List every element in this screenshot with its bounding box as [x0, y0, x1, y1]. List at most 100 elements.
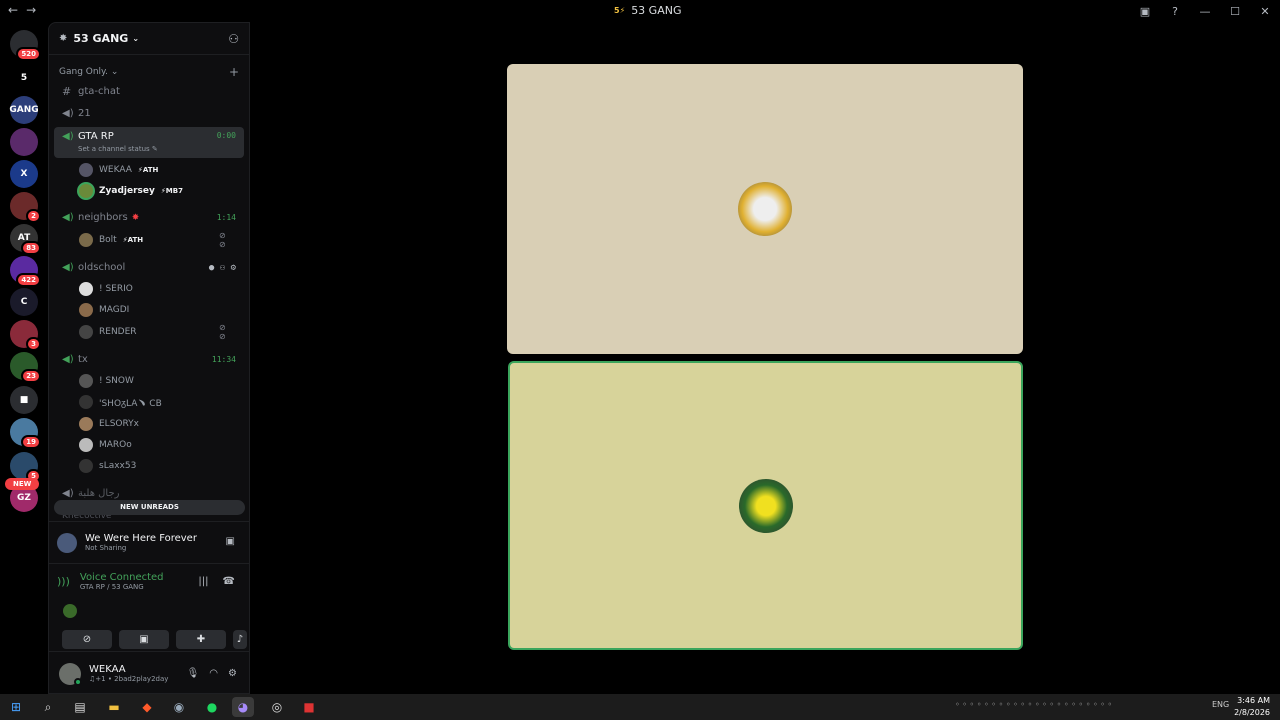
avatar [79, 163, 93, 177]
task-view-icon[interactable]: ▤ [69, 697, 91, 717]
help-icon[interactable]: ? [1160, 5, 1190, 18]
clock[interactable]: 3:46 AM 2/8/2026 [1234, 695, 1270, 719]
voice-location[interactable]: GTA RP / 53 GANG [80, 583, 164, 591]
server-header[interactable]: ✸ 53 GANG ⌄ ⚇ [49, 23, 249, 55]
avatar[interactable] [59, 662, 82, 686]
voice-user-serio[interactable]: ! SERIO [79, 280, 133, 298]
activities-button[interactable]: ✚ [176, 630, 226, 649]
chevron-down-icon: ⌄ [132, 34, 140, 43]
avatar [79, 303, 93, 317]
server-icon-server-4[interactable] [10, 128, 38, 156]
server-list: 520 5 GANG X 2 AT 83 422 C 3 23 ■ 19 5 GZ [0, 22, 48, 694]
voice-panel: ))) Voice Connected GTA RP / 53 GANG |||… [49, 563, 249, 659]
server-icon-server-13[interactable]: 19 [10, 418, 41, 449]
voice-user-maroo[interactable]: MAROo [79, 436, 132, 454]
server-icon-53-gang[interactable]: 5 [10, 64, 38, 92]
disconnect-icon[interactable]: ☎ [223, 576, 235, 587]
voice-user-slaxx[interactable]: sLaxx53 [79, 457, 136, 475]
share-screen-icon[interactable]: ▣ [226, 536, 235, 547]
noise-suppression-icon[interactable]: ||| [198, 576, 208, 587]
server-icon-server-7[interactable]: AT 83 [10, 224, 41, 255]
voice-user-zyadjersey[interactable]: Zyadjersey ⚡MB7 [79, 182, 183, 200]
channel-gta-rp[interactable]: ◀) GTA RP 0:00 Set a channel status ✎ [54, 127, 244, 158]
brave-icon[interactable]: ◆ [136, 697, 158, 717]
file-explorer-icon[interactable]: ▬ [103, 697, 125, 717]
voice-channel-icon: ◀) [62, 108, 74, 119]
server-icon-server-10[interactable]: 3 [10, 320, 41, 351]
forward-arrow-icon[interactable]: → [26, 3, 36, 17]
voice-user-magdi[interactable]: MAGDI [79, 301, 129, 319]
voice-channel-icon: ◀) [62, 262, 74, 273]
unread-badge: 422 [16, 273, 41, 287]
category-gang-only[interactable]: Gang Only. ⌄ [59, 67, 118, 77]
signal-icon[interactable]: ))) [57, 575, 70, 588]
channel-tx[interactable]: ◀) tx 11:34 [54, 349, 244, 370]
add-member-icon[interactable]: ⚇ [228, 32, 239, 46]
channel-neighbors[interactable]: ◀) neighbors ✸ 1:14 [54, 207, 244, 228]
voice-user-shozla[interactable]: 'SHOᵹLA﹅ CB [79, 393, 162, 411]
server-icon-discord-home[interactable]: 520 [10, 30, 41, 61]
system-tray[interactable]: ◦ ◦ ◦ ◦ ◦ ◦ ◦ ◦ ◦ ◦ ◦ ◦ ◦ ◦ ◦ ◦ ◦ ◦ ◦ ◦ … [955, 700, 1112, 709]
server-boost-icon: ✸ [59, 33, 68, 44]
spotify-icon[interactable]: ● [201, 697, 223, 717]
new-unreads-pill[interactable]: NEW [5, 478, 40, 490]
online-status-icon [74, 677, 82, 686]
headphones-icon[interactable]: ◠ [209, 668, 218, 679]
voice-channel-icon: ◀) [62, 131, 74, 142]
back-arrow-icon[interactable]: ← [8, 3, 18, 17]
unread-badge: 83 [21, 241, 41, 255]
create-channel-icon[interactable]: + [229, 65, 239, 79]
muted-deafened-icon: ⊘ ⊘ [219, 323, 226, 341]
unread-badge: 19 [21, 435, 41, 449]
server-tag: ⚡MB7 [160, 187, 183, 195]
server-icon-server-folder[interactable]: ■ [10, 386, 38, 414]
channel-21[interactable]: ◀) 21 [54, 103, 244, 124]
voice-user-bolt[interactable]: Bolt ⚡ATH ⊘ ⊘ [79, 231, 226, 249]
participant-tile-speaking[interactable] [508, 361, 1023, 650]
star-icon: ✸ [131, 212, 140, 223]
username: WEKAA [89, 664, 126, 675]
activity-title: We Were Here Forever [85, 533, 197, 544]
minimize-button[interactable]: — [1190, 5, 1220, 18]
text-channel-icon: # [62, 85, 72, 98]
channel-oldschool[interactable]: ◀) oldschool ● ⚇ ⚙ [54, 257, 244, 278]
gear-icon[interactable]: ⚙ [228, 668, 237, 679]
avatar [63, 604, 77, 618]
microphone-icon[interactable]: 🎙 [187, 668, 200, 679]
inbox-icon[interactable]: ▣ [1130, 5, 1160, 18]
voice-stage [250, 22, 1280, 694]
voice-user-snow[interactable]: ! SNOW [79, 372, 134, 390]
steam-icon[interactable]: ◉ [168, 697, 190, 717]
server-icon-server-14[interactable]: 5 [10, 452, 41, 483]
window-title: 53 GANG [631, 4, 682, 17]
title-bar: ← → 5⚡ 53 GANG ▣ ? — ☐ ✕ [0, 0, 1280, 22]
channel-status[interactable]: Set a channel status ✎ [78, 145, 158, 153]
game-app-icon[interactable]: ■ [298, 697, 320, 717]
camera-button[interactable]: ⊘ [62, 630, 112, 649]
server-icon-server-11[interactable]: 23 [10, 352, 41, 383]
server-icon-server-8[interactable]: 422 [10, 256, 41, 287]
maximize-button[interactable]: ☐ [1220, 5, 1250, 18]
server-icon-server-9[interactable]: C [10, 288, 38, 316]
voice-user-elsory[interactable]: ELSORYx [79, 415, 139, 433]
server-icon-server-3[interactable]: GANG [9, 96, 39, 124]
language-indicator[interactable]: ENG [1212, 700, 1229, 709]
channel-gta-chat[interactable]: # gta-chat [54, 81, 244, 102]
start-icon[interactable]: ⊞ [5, 697, 27, 717]
discord-icon[interactable]: ◕ [232, 697, 254, 717]
server-icon-server-6[interactable]: 2 [10, 192, 41, 223]
activity-panel: We Were Here Forever Not Sharing ▣ [49, 521, 249, 563]
search-icon[interactable]: ⌕ [37, 697, 59, 717]
screen-share-button[interactable]: ▣ [119, 630, 169, 649]
soundboard-button[interactable]: ♪ [233, 630, 247, 649]
channel-actions-icon[interactable]: ● ⚇ ⚙ [209, 263, 236, 273]
new-unreads-bar[interactable]: NEW UNREADS [54, 500, 245, 515]
app-icon[interactable]: ◎ [266, 697, 288, 717]
server-icon-server-5[interactable]: X [10, 160, 38, 188]
avatar [79, 282, 93, 296]
voice-user-wekaa[interactable]: WEKAA ⚡ATH [79, 161, 158, 179]
voice-user-render[interactable]: RENDER ⊘ ⊘ [79, 323, 226, 341]
avatar [738, 478, 793, 533]
participant-tile[interactable] [507, 64, 1023, 354]
close-button[interactable]: ✕ [1250, 5, 1280, 18]
